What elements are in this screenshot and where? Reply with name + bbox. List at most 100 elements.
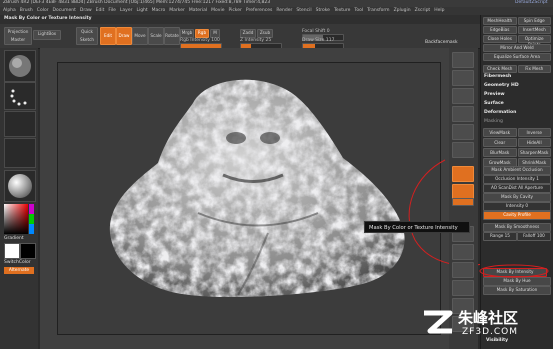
alpha-thumbnail[interactable]: [4, 111, 36, 137]
mask-by-smoothness-button[interactable]: Mask By Smoothness: [483, 223, 551, 232]
rotate-button[interactable]: Rotate: [164, 27, 180, 45]
range-slider[interactable]: Range 15: [483, 232, 517, 241]
masking-button[interactable]: BlurMask: [483, 148, 517, 157]
geometry-button[interactable]: InsertMesh: [517, 26, 551, 34]
secondary-color-swatch[interactable]: [20, 243, 36, 259]
move-view-icon[interactable]: [452, 262, 474, 278]
spix-icon[interactable]: [452, 70, 474, 86]
menu-items: Alpha Brush Color Document Draw Edit File Layer…: [3, 8, 444, 14]
zadd-button[interactable]: Zadd: [240, 29, 256, 38]
menu-item[interactable]: Picker: [228, 8, 241, 14]
equalize-surface-area-button[interactable]: Equalize Surface Area: [483, 53, 551, 61]
menu-item[interactable]: Marker: [169, 8, 185, 14]
rgb-button[interactable]: Rgb: [195, 29, 209, 38]
material-sphere-icon: [8, 174, 32, 198]
scale-view-icon[interactable]: [452, 280, 474, 296]
aahalf-icon[interactable]: [452, 142, 474, 158]
title-bar: ZBrush 4R2 [DEF3 4E8F 4831 8BD4] ZBrush …: [0, 0, 553, 7]
backfacemask-label[interactable]: Backfacemask: [425, 40, 458, 46]
falloff-slider[interactable]: Falloff 100: [517, 232, 551, 241]
menu-item[interactable]: Tool: [354, 8, 363, 14]
masking-button[interactable]: ViewMask: [483, 128, 517, 137]
alternate-button[interactable]: Alternate: [4, 267, 34, 274]
menu-item[interactable]: Movie: [211, 8, 224, 14]
scale-button[interactable]: Scale: [148, 27, 164, 45]
texture-thumbnail[interactable]: [4, 138, 36, 168]
menu-item[interactable]: Texture: [334, 8, 350, 14]
menu-item[interactable]: Transform: [367, 8, 389, 14]
projection-master-button[interactable]: Projection Master: [4, 27, 32, 45]
menu-item[interactable]: Stencil: [296, 8, 311, 14]
scroll-icon[interactable]: [452, 88, 474, 104]
zf3d-logo-icon: [424, 310, 453, 334]
mask-by-cavity-button[interactable]: Mask By Cavity: [483, 193, 551, 202]
switchcolor-label[interactable]: SwitchColor: [4, 260, 31, 266]
primary-color-swatch[interactable]: [4, 243, 20, 259]
draw-button[interactable]: Draw: [116, 27, 132, 45]
geometry-button[interactable]: MeshHealth: [483, 17, 517, 25]
color-picker[interactable]: [4, 204, 34, 234]
mask-by-saturation-button[interactable]: Mask By Saturation: [483, 286, 551, 295]
masking-button[interactable]: SharpenMask: [517, 148, 551, 157]
menu-item[interactable]: Help: [434, 8, 444, 14]
palette-section-header[interactable]: Geometry HD: [484, 81, 552, 90]
cavity-profile-button[interactable]: Cavity Profile: [483, 211, 551, 220]
palette-section-header[interactable]: Deformation: [484, 108, 552, 117]
geometry-button[interactable]: Spin Edge: [517, 17, 551, 25]
stroke-dots-icon: [10, 89, 27, 106]
zsub-button[interactable]: Zsub: [257, 29, 273, 38]
menu-item[interactable]: Draw: [80, 8, 92, 14]
edit-button[interactable]: Edit: [100, 27, 116, 45]
masking-button[interactable]: Inverse: [517, 128, 551, 137]
menu-item[interactable]: Zplugin: [394, 8, 411, 14]
occlusion-intensity-slider[interactable]: Occlusion Intensity 1: [483, 175, 551, 184]
menu-item[interactable]: Preferences: [246, 8, 272, 14]
palette-section-header[interactable]: Fibermesh: [484, 72, 552, 81]
menu-bar: Alpha Brush Color Document Draw Edit File Layer…: [0, 7, 553, 15]
gradient-label[interactable]: Gradient: [4, 236, 24, 242]
actual-icon[interactable]: [452, 124, 474, 140]
quick-sketch-button[interactable]: Quick Sketch: [76, 27, 98, 45]
m-button[interactable]: M: [210, 29, 220, 38]
menu-item[interactable]: Document: [53, 8, 76, 14]
geometry-button[interactable]: Optimize Points: [517, 35, 551, 47]
masking-buttons: ViewMask Inverse Clear HideAll BlurMask Sharp…: [483, 128, 551, 167]
menu-item[interactable]: Stroke: [316, 8, 330, 14]
local-icon[interactable]: [452, 198, 474, 206]
menu-item[interactable]: Macro: [152, 8, 166, 14]
menu-item[interactable]: Light: [136, 8, 147, 14]
default-zscript[interactable]: DefaultZScript: [515, 0, 548, 6]
menu-item[interactable]: Alpha: [3, 8, 16, 14]
stroke-thumbnail[interactable]: [4, 82, 36, 110]
masking-button[interactable]: Clear: [483, 138, 517, 147]
geometry-button[interactable]: EdgeBias: [483, 26, 517, 34]
mask-ambient-occlusion-button[interactable]: Mask Ambient Occlusion: [483, 166, 551, 175]
brush-thumbnail[interactable]: [4, 50, 36, 82]
scan-all-slider[interactable]: AO ScanDist All Aperture: [483, 184, 551, 193]
frame-icon[interactable]: [452, 244, 474, 260]
move-button[interactable]: Move: [132, 27, 148, 45]
palette-section-header[interactable]: Masking: [484, 117, 552, 126]
cavity-intensity-slider[interactable]: Intensity 0: [483, 202, 551, 211]
masking-button[interactable]: HideAll: [517, 138, 551, 147]
material-thumbnail[interactable]: [4, 170, 36, 202]
menu-item[interactable]: File: [108, 8, 116, 14]
menu-item[interactable]: Brush: [20, 8, 33, 14]
document-canvas[interactable]: [57, 62, 441, 335]
menu-item[interactable]: Render: [276, 8, 292, 14]
menu-item[interactable]: Layer: [120, 8, 133, 14]
geometry-button[interactable]: Mirror And Weld: [483, 44, 551, 52]
palette-section-header[interactable]: Surface: [484, 99, 552, 108]
palette-section-header[interactable]: Preview: [484, 90, 552, 99]
menu-item[interactable]: Edit: [96, 8, 105, 14]
menu-item[interactable]: Material: [189, 8, 207, 14]
menu-item[interactable]: Color: [37, 8, 49, 14]
bpr-icon[interactable]: [452, 52, 474, 68]
menu-item[interactable]: Zscript: [415, 8, 431, 14]
mrgb-button[interactable]: Mrgb: [180, 29, 194, 38]
lightbox-button[interactable]: LightBox: [33, 30, 61, 40]
geometry-button[interactable]: Close Holes: [483, 35, 517, 43]
check-mesh-row: [483, 62, 551, 69]
zoom-icon[interactable]: [452, 106, 474, 122]
persp-icon[interactable]: [452, 166, 474, 182]
